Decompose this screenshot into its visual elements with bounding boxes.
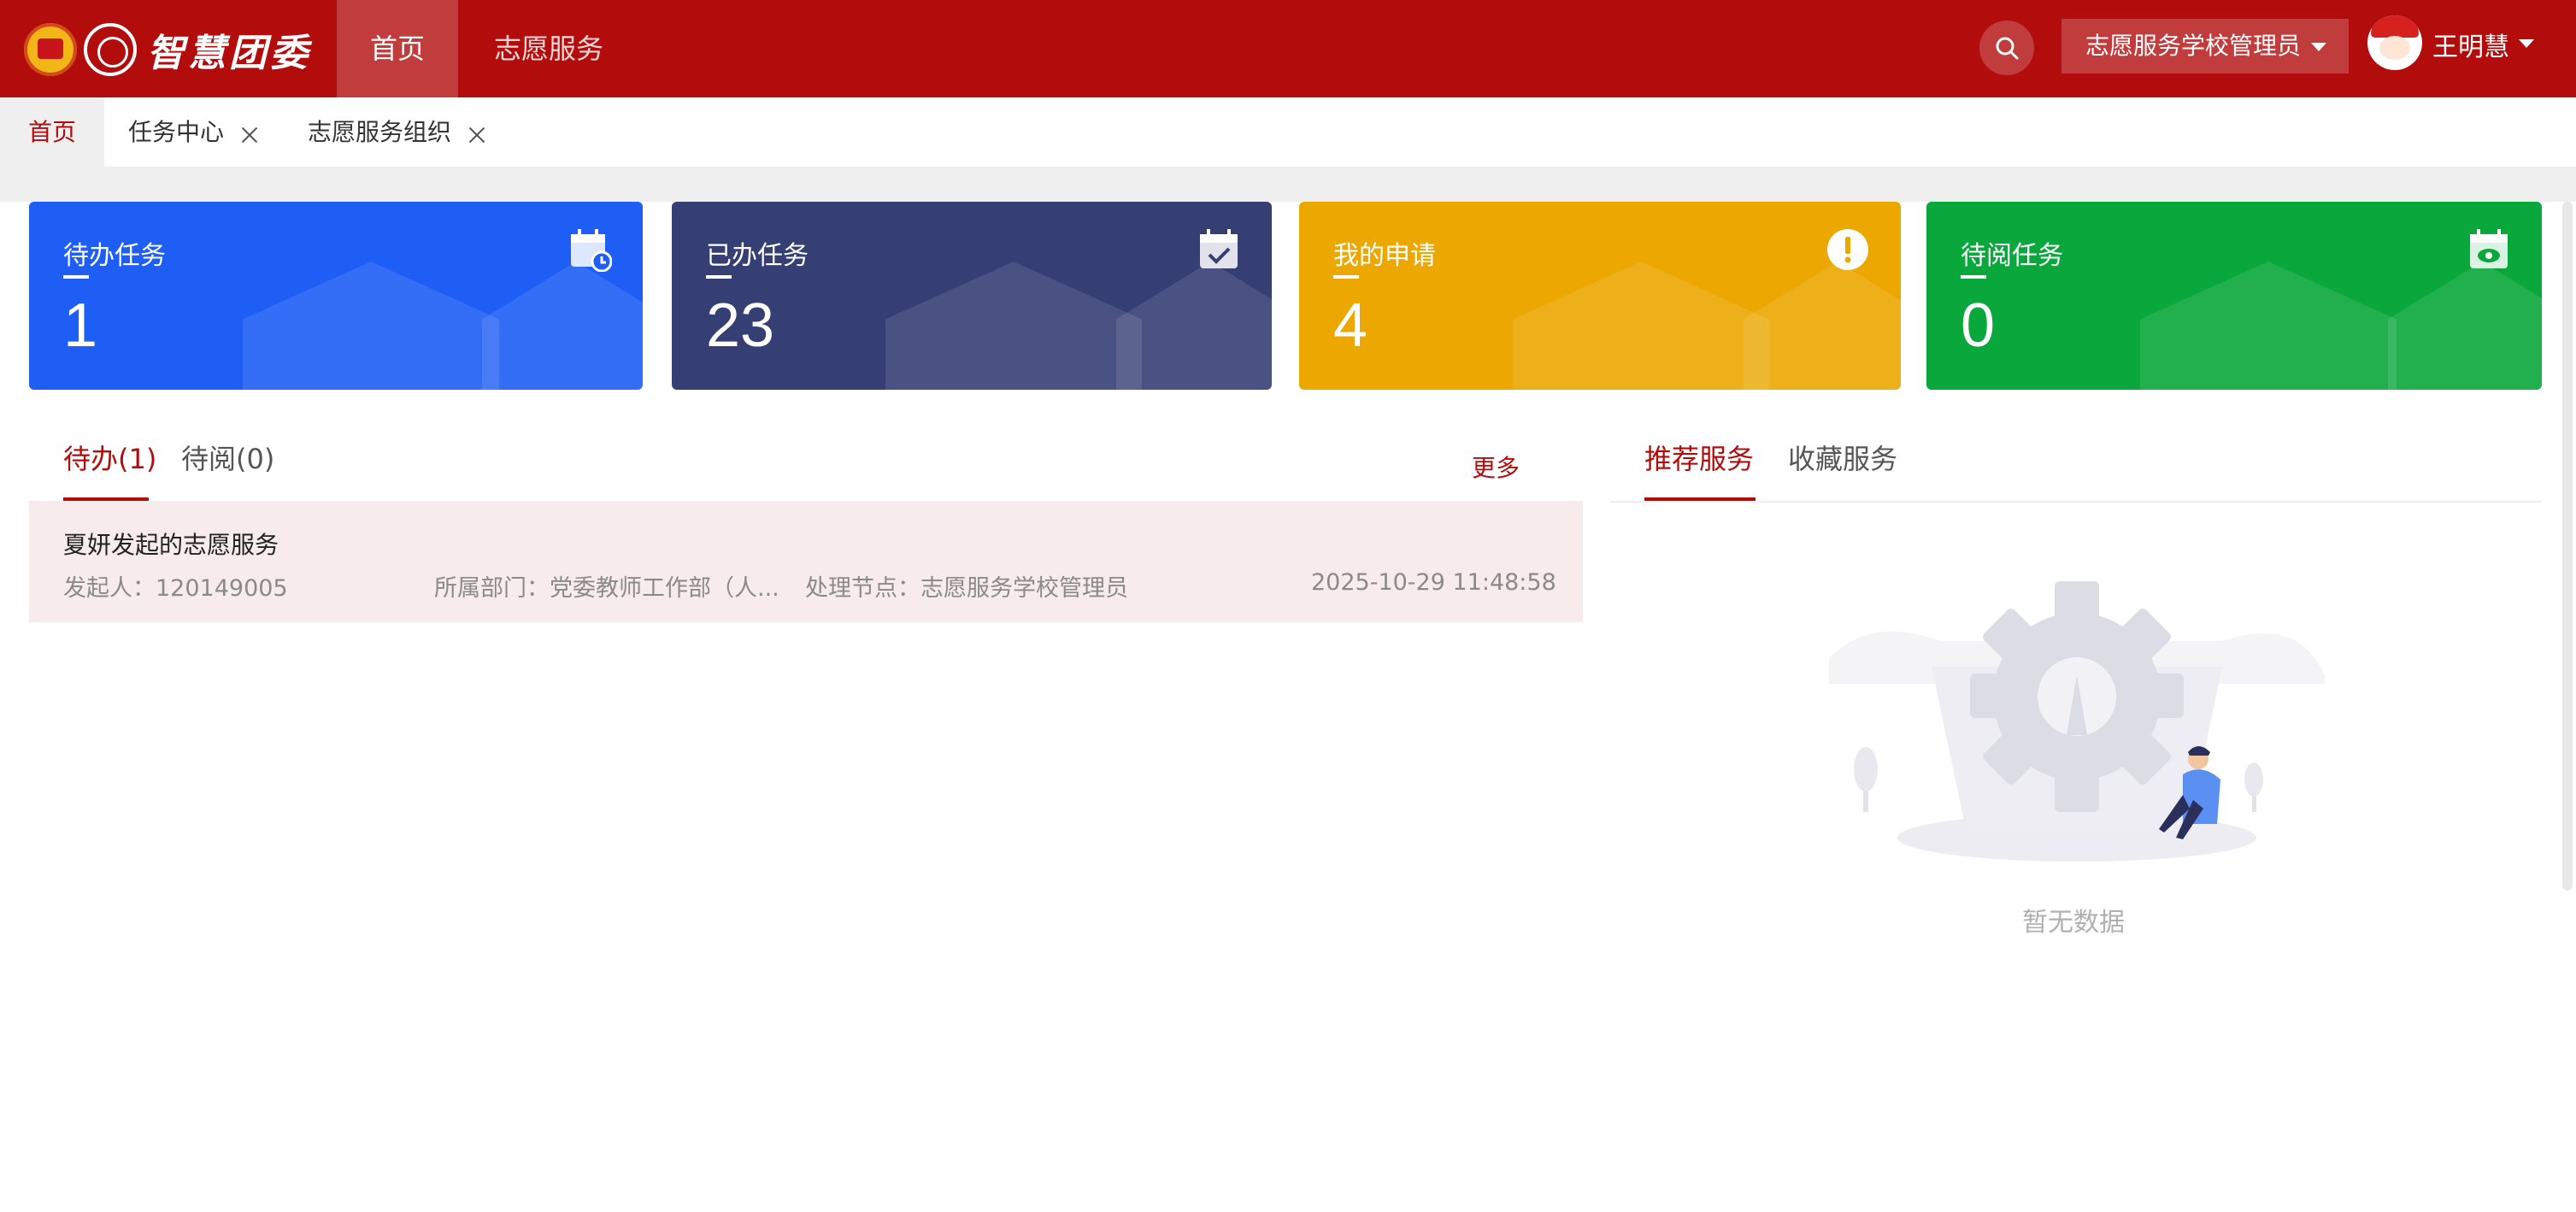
active-tab-indicator xyxy=(63,497,149,501)
stat-card-todo[interactable]: 待办任务 1 xyxy=(29,202,643,390)
empty-state-illustration xyxy=(1829,581,2325,862)
role-select[interactable]: 志愿服务学校管理员 xyxy=(2061,19,2349,74)
tab-task-center[interactable]: 任务中心 xyxy=(128,97,224,168)
role-select-value: 志愿服务学校管理员 xyxy=(2085,32,2302,60)
close-icon[interactable] xyxy=(241,126,258,144)
todo-item-time: 2025-10-29 11:48:58 xyxy=(1311,569,1556,596)
user-name[interactable]: 王明慧 xyxy=(2432,26,2509,63)
stat-card-label: 待阅任务 xyxy=(1961,241,2063,271)
stat-card-value: 4 xyxy=(1333,291,1368,360)
todo-item-department: 所属部门：党委教师工作部（人... xyxy=(434,575,779,602)
chevron-down-icon xyxy=(2311,43,2326,51)
tab-volunteer-org[interactable]: 志愿服务组织 xyxy=(308,97,451,168)
stat-card-value: 0 xyxy=(1961,291,1996,360)
user-menu-caret-icon[interactable] xyxy=(2519,39,2534,48)
tab-recommended-services[interactable]: 推荐服务 xyxy=(1644,438,1754,477)
logo[interactable]: 智慧团委 xyxy=(24,15,311,84)
avatar[interactable] xyxy=(2367,15,2422,70)
calendar-check-icon xyxy=(1200,229,1238,268)
calendar-clock-icon xyxy=(571,229,612,272)
logo-text: 智慧团委 xyxy=(147,32,311,75)
nav-home[interactable]: 首页 xyxy=(337,0,458,97)
stat-card-value: 1 xyxy=(63,291,98,360)
stat-card-to-read[interactable]: 待阅任务 0 xyxy=(1926,202,2542,390)
stat-card-application[interactable]: 我的申请 4 xyxy=(1299,202,1901,390)
todo-item-node: 处理节点：志愿服务学校管理员 xyxy=(805,575,1128,602)
more-link[interactable]: 更多 xyxy=(1472,450,1520,484)
empty-state-text: 暂无数据 xyxy=(2022,908,2125,938)
exclamation-icon xyxy=(1827,229,1868,270)
search-icon xyxy=(1996,37,2019,60)
top-header: 智慧团委 首页 志愿服务 志愿服务学校管理员 王明慧 xyxy=(0,0,2576,97)
scrollbar[interactable] xyxy=(2562,202,2573,891)
tab-to-read[interactable]: 待阅(0) xyxy=(181,438,274,477)
close-icon[interactable] xyxy=(468,126,485,144)
search-button[interactable] xyxy=(1979,21,2034,75)
stat-card-label: 已办任务 xyxy=(706,241,809,271)
stat-card-label: 我的申请 xyxy=(1333,241,1436,271)
tab-todo[interactable]: 待办(1) xyxy=(63,438,156,477)
active-tab-indicator xyxy=(1644,497,1756,501)
league-badge-icon xyxy=(24,23,77,76)
stat-card-done[interactable]: 已办任务 23 xyxy=(672,202,1272,390)
todo-item-initiator: 发起人：120149005 xyxy=(63,575,288,602)
stat-card-value: 23 xyxy=(706,291,775,360)
stat-card-label: 待办任务 xyxy=(63,241,166,271)
tab-favorite-services[interactable]: 收藏服务 xyxy=(1788,438,1897,477)
tab-home[interactable]: 首页 xyxy=(0,97,104,168)
school-seal-icon xyxy=(84,23,137,76)
todo-item-title[interactable]: 夏妍发起的志愿服务 xyxy=(63,527,279,561)
calendar-eye-icon xyxy=(2470,229,2508,268)
todo-list-item[interactable] xyxy=(29,503,1583,622)
nav-volunteer-service[interactable]: 志愿服务 xyxy=(479,0,619,97)
